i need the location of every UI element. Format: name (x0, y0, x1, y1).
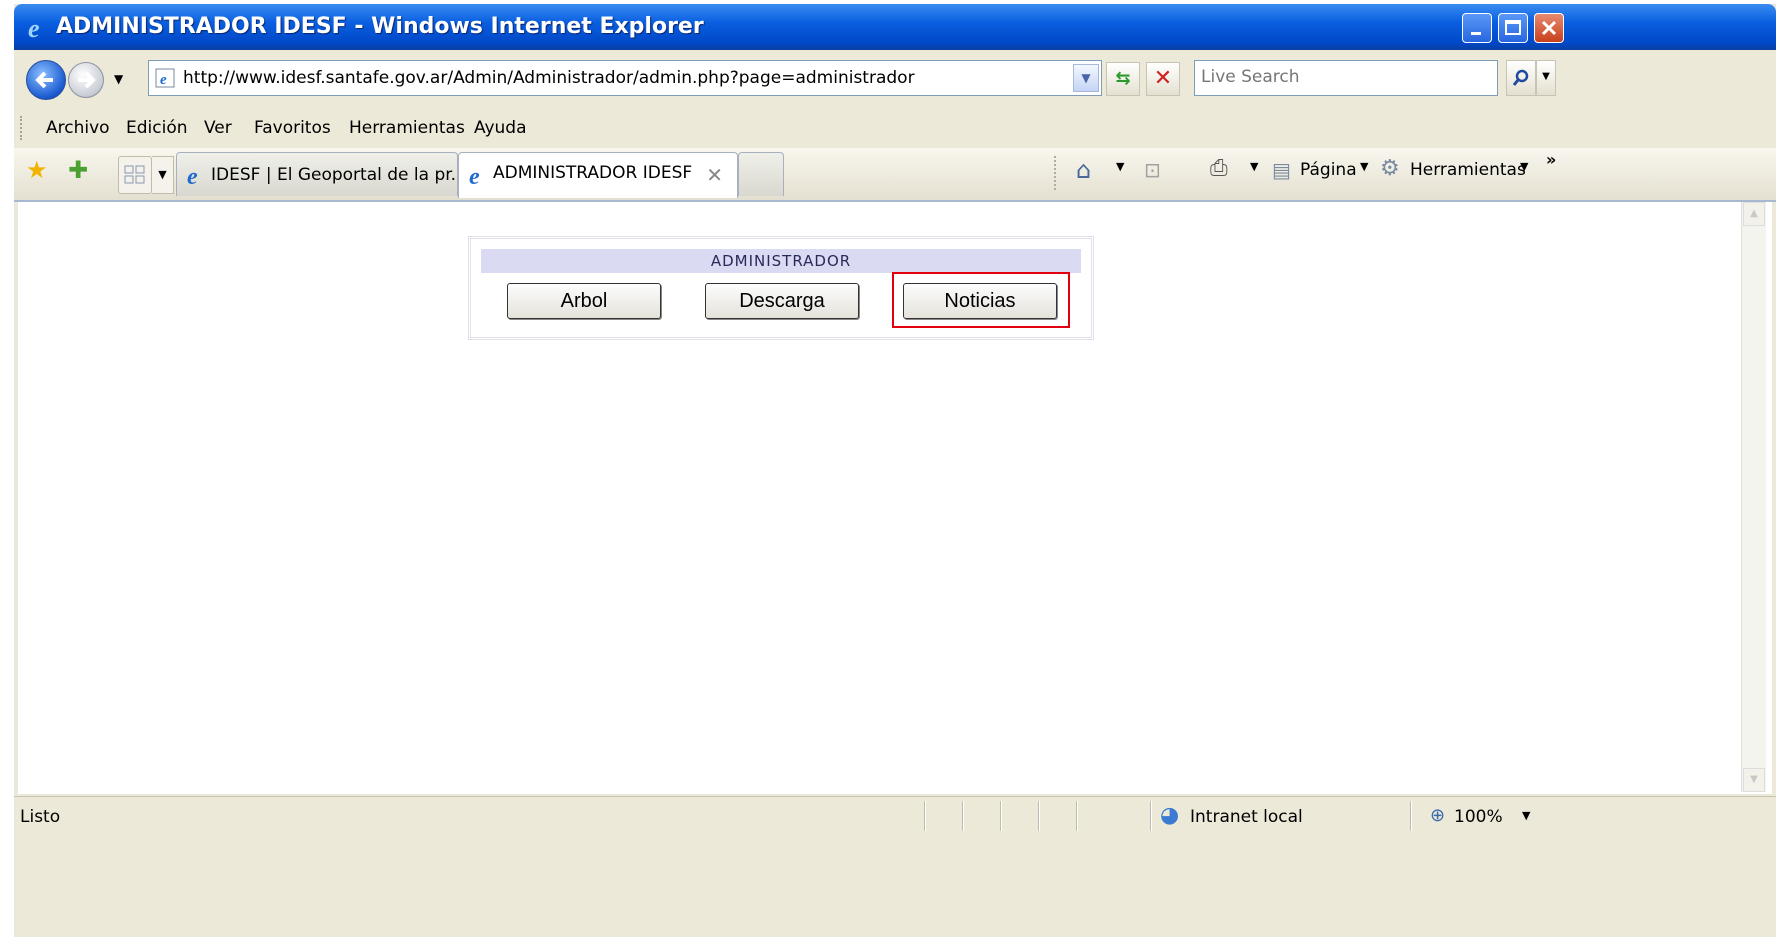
admin-panel-header: ADMINISTRADOR (481, 249, 1081, 273)
vertical-scrollbar[interactable]: ▲ ▼ (1741, 202, 1766, 792)
scroll-up-button[interactable]: ▲ (1743, 202, 1765, 226)
maximize-button[interactable] (1498, 13, 1528, 43)
address-field[interactable]: e http://www.idesf.santafe.gov.ar/Admin/… (148, 60, 1102, 96)
svg-text:e: e (187, 164, 198, 187)
quick-tabs-icon (124, 165, 145, 184)
menu-herramientas[interactable]: Herramientas (349, 118, 465, 138)
forward-button[interactable] (68, 62, 104, 98)
home-dropdown[interactable]: ▼ (1116, 160, 1124, 173)
home-icon[interactable]: ⌂ (1076, 156, 1091, 184)
tab-label: ADMINISTRADOR IDESF (493, 163, 693, 183)
status-divider (1038, 801, 1040, 831)
print-dropdown[interactable]: ▼ (1250, 160, 1258, 173)
stop-button[interactable]: ✕ (1146, 62, 1180, 96)
svg-text:e: e (469, 164, 480, 187)
ie-window: e ADMINISTRADOR IDESF - Windows Internet… (14, 4, 1776, 937)
zoom-dropdown[interactable]: ▼ (1522, 809, 1530, 822)
ie-icon: e (28, 14, 40, 41)
status-divider (924, 801, 926, 831)
arbol-button[interactable]: Arbol (507, 283, 661, 319)
search-options-dropdown[interactable]: ▼ (1536, 60, 1556, 96)
descarga-button[interactable]: Descarga (705, 283, 859, 319)
tab-administrador-idesf[interactable]: e ADMINISTRADOR IDESF ✕ (458, 152, 738, 198)
minimize-icon (1471, 32, 1481, 35)
menu-favoritos[interactable]: Favoritos (254, 118, 331, 138)
feeds-icon[interactable]: ⊡ (1144, 158, 1161, 182)
status-bar: Listo ◕ Intranet local ⊕ 100% ▼ (14, 796, 1776, 835)
search-icon (1512, 69, 1529, 86)
url-text: http://www.idesf.santafe.gov.ar/Admin/Ad… (183, 68, 915, 88)
forward-icon (78, 71, 96, 89)
close-icon (1541, 20, 1557, 36)
scroll-down-button[interactable]: ▼ (1743, 768, 1765, 792)
tab-label: IDESF | El Geoportal de la pr... (211, 165, 467, 185)
zoom-level[interactable]: 100% (1454, 807, 1503, 827)
live-search-box[interactable] (1194, 60, 1498, 96)
menu-archivo[interactable]: Archivo (46, 118, 110, 138)
search-button[interactable] (1506, 60, 1536, 96)
tab-list-dropdown[interactable]: ▼ (152, 156, 174, 194)
page-menu-dropdown[interactable]: ▼ (1360, 160, 1368, 173)
menu-grip (20, 116, 25, 140)
page-content: ADMINISTRADOR Arbol Descarga Noticias ▲ … (18, 202, 1772, 794)
status-divider (1150, 801, 1152, 831)
status-divider (1000, 801, 1002, 831)
address-toolbar: ▼ e http://www.idesf.santafe.gov.ar/Admi… (14, 50, 1776, 109)
search-input[interactable] (1195, 61, 1497, 93)
noticias-highlight-box (892, 272, 1070, 328)
tools-menu-label[interactable]: Herramientas (1410, 160, 1526, 180)
close-tab-icon[interactable]: ✕ (706, 163, 723, 187)
tools-gear-icon: ⚙ (1380, 156, 1400, 181)
tab-idesf-geoportal[interactable]: e IDESF | El Geoportal de la pr... (176, 152, 467, 196)
desktop-background (0, 0, 14, 937)
stop-icon: ✕ (1153, 66, 1173, 91)
menu-edicion[interactable]: Edición (126, 118, 188, 138)
tools-menu-dropdown[interactable]: ▼ (1520, 160, 1528, 173)
page-menu-label[interactable]: Página (1300, 160, 1357, 180)
svg-text:e: e (28, 14, 40, 41)
quick-tabs-button[interactable] (118, 156, 152, 194)
tab-bar: ★ ✚ ▼ e IDESF | El Geoportal de la pr...… (14, 148, 1776, 202)
menu-ver[interactable]: Ver (204, 118, 232, 138)
status-divider (962, 801, 964, 831)
window-title: ADMINISTRADOR IDESF - Windows Internet E… (56, 14, 704, 39)
refresh-icon: ⇆ (1115, 68, 1131, 89)
favorites-star-icon[interactable]: ★ (26, 156, 48, 184)
status-divider (1410, 801, 1412, 831)
print-icon[interactable]: ⎙ (1210, 156, 1228, 181)
zoom-icon: ⊕ (1430, 805, 1446, 826)
toolbar-grip (1054, 156, 1056, 190)
security-zone[interactable]: Intranet local (1190, 807, 1303, 827)
new-tab-button[interactable] (738, 152, 784, 196)
ie-icon: e (469, 164, 480, 187)
address-dropdown[interactable]: ▼ (1073, 64, 1099, 92)
recent-pages-dropdown[interactable]: ▼ (114, 72, 123, 86)
chevron-more-icon[interactable]: » (1546, 150, 1556, 169)
back-button[interactable] (26, 60, 66, 100)
maximize-icon (1505, 20, 1521, 35)
close-window-button[interactable] (1534, 13, 1564, 43)
status-text: Listo (20, 807, 61, 827)
minimize-button[interactable] (1462, 13, 1492, 43)
status-divider (1076, 801, 1078, 831)
add-favorite-icon[interactable]: ✚ (68, 156, 88, 184)
refresh-button[interactable]: ⇆ (1106, 62, 1140, 96)
menu-bar: Archivo Edición Ver Favoritos Herramient… (14, 108, 1776, 148)
ie-icon: e (187, 164, 198, 187)
page-icon: ▤ (1272, 158, 1291, 182)
intranet-globe-icon: ◕ (1160, 803, 1180, 828)
back-icon (35, 71, 53, 89)
page-ie-icon: e (155, 68, 175, 88)
svg-text:e: e (160, 72, 167, 88)
menu-ayuda[interactable]: Ayuda (474, 118, 527, 138)
title-bar[interactable]: e ADMINISTRADOR IDESF - Windows Internet… (14, 4, 1776, 50)
